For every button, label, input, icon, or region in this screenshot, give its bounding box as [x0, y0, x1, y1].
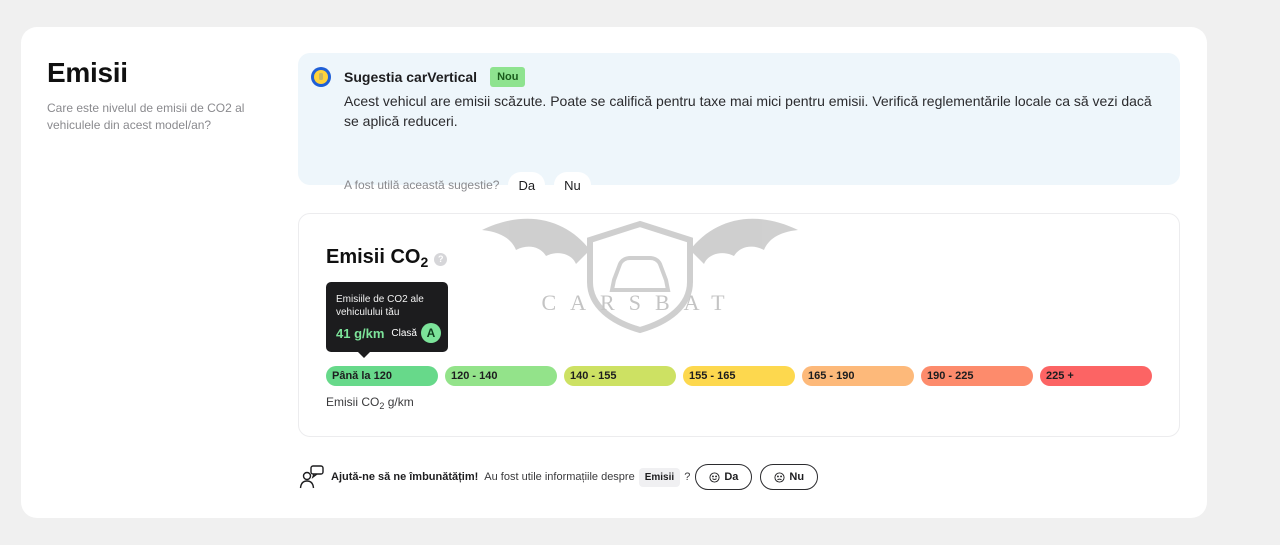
- smile-icon: [709, 471, 720, 483]
- co2-unit-label: Emisii CO2 g/km: [326, 395, 414, 411]
- co2-title: Emisii CO2 ?: [326, 246, 448, 270]
- co2-band-0: Până la 120: [326, 366, 438, 386]
- feedback-person-chat-icon: [299, 465, 324, 489]
- suggestion-ask-label: A fost utilă această sugestie?: [344, 178, 500, 192]
- feedback-no-label: Nu: [789, 471, 805, 483]
- unit-subscript: 2: [379, 401, 385, 411]
- tooltip-value: 41 g/km: [336, 325, 385, 341]
- suggestion-no-button[interactable]: Nu: [554, 172, 591, 198]
- co2-title-main: Emisii CO: [326, 246, 421, 268]
- suggestion-box: Sugestia carVertical Nou Acest vehicul a…: [298, 53, 1180, 198]
- feedback-no-button[interactable]: Nu: [760, 464, 819, 490]
- co2-band-2: 140 - 155: [564, 366, 676, 386]
- tooltip-label: Emisiile de CO2 ale vehiculului tău: [336, 294, 424, 318]
- co2-panel: Emisii CO2 ? Emisiile de CO2 ale vehicul…: [298, 213, 1180, 437]
- co2-band-6: 225 +: [1040, 366, 1152, 386]
- co2-title-text: Emisii CO2: [326, 246, 429, 270]
- carvertical-logo-icon: [311, 67, 331, 87]
- unit-prefix: Emisii CO: [326, 395, 380, 409]
- help-icon[interactable]: ?: [434, 252, 448, 266]
- suggestion-title: Sugestia carVertical: [344, 69, 478, 85]
- new-badge: Nou: [490, 67, 526, 87]
- co2-tooltip: Emisiile de CO2 ale vehiculului tău 41 g…: [326, 282, 448, 358]
- suggestion-header: Sugestia carVertical Nou: [344, 67, 526, 87]
- sad-face-icon: [774, 471, 785, 483]
- suggestion-text: Acest vehicul are emisii scăzute. Poate …: [344, 93, 1152, 129]
- feedback-question: Au fost utile informațiile despre: [484, 471, 635, 483]
- section-title: Emisii: [47, 57, 128, 88]
- co2-band-3: 155 - 165: [683, 366, 795, 386]
- suggestion-feedback: A fost utilă această sugestie? Da Nu: [344, 171, 591, 199]
- feedback-topic-chip: Emisii: [638, 467, 681, 487]
- co2-band-1: 120 - 140: [445, 366, 557, 386]
- tooltip-value-row: 41 g/km Clasă A: [336, 323, 441, 343]
- feedback-yes-button[interactable]: Da: [695, 464, 753, 490]
- co2-band-scale: Până la 120 120 - 140 140 - 155 155 - 165 16…: [326, 366, 1152, 386]
- co2-band-4: 165 - 190: [802, 366, 914, 386]
- feedback-heading: Ajută-ne să ne îmbunătățim!: [331, 471, 479, 483]
- page-feedback: Ajută-ne să ne îmbunătățim! Au fost util…: [299, 464, 826, 490]
- co2-title-subscript: 2: [420, 254, 429, 270]
- suggestion-yes-button[interactable]: Da: [508, 172, 546, 198]
- unit-suffix: g/km: [384, 395, 414, 409]
- class-grade-badge: A: [421, 323, 441, 343]
- tooltip-class-label: Clasă: [391, 327, 417, 339]
- feedback-yes-label: Da: [724, 471, 739, 483]
- co2-band-5: 190 - 225: [921, 366, 1033, 386]
- feedback-question-mark: ?: [684, 471, 691, 483]
- emissions-card: Emisii Care este nivelul de emisii de CO…: [21, 27, 1207, 518]
- section-subtitle: Care este nivelul de emisii de CO2 al ve…: [47, 101, 245, 132]
